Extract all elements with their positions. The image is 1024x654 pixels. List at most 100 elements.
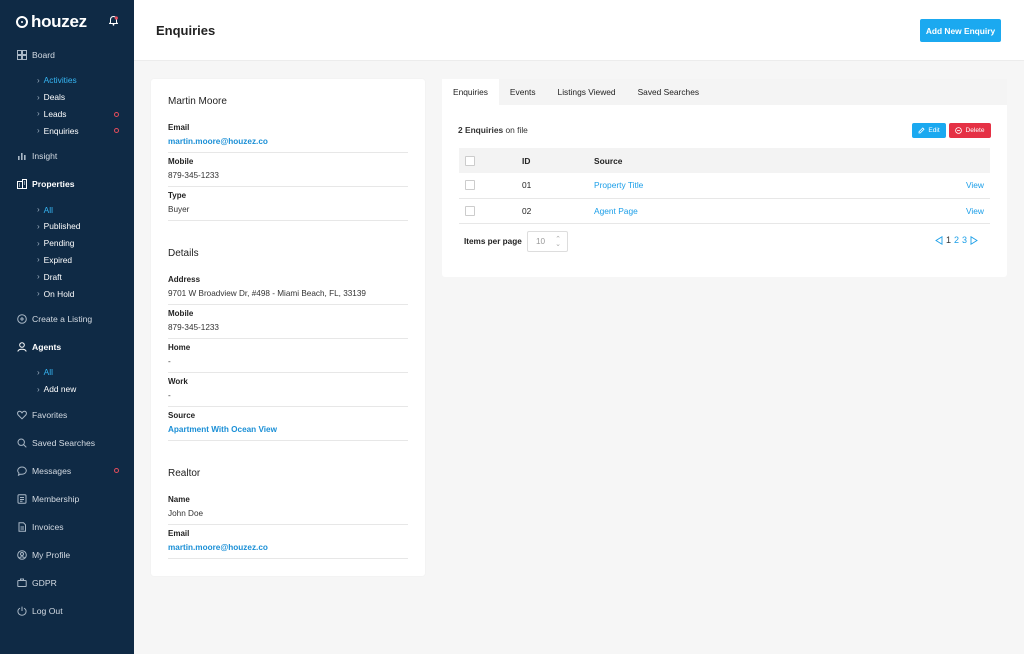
sidebar-item-label: Messages [32,465,72,476]
view-link[interactable]: View [966,180,984,190]
edit-button[interactable]: Edit [912,123,946,138]
sidebar-subitem-enquiries[interactable]: › Enquiries [0,122,134,139]
sidebar-item-label: Insight [32,151,58,162]
heart-icon [17,410,27,420]
plus-circle-icon [17,314,27,324]
tab-bar: Enquiries Events Listings Viewed Saved S… [442,79,1007,105]
realtor-email-link[interactable]: martin.moore@houzez.co [168,543,408,552]
field-label: Mobile [168,309,194,318]
sidebar-subitem-all[interactable]: › All [0,201,134,218]
sidebar-subitem-agents-all[interactable]: › All [0,364,134,381]
sidebar-item-label: Create a Listing [32,313,93,324]
sidebar-subitem-expired[interactable]: › Expired [0,252,134,269]
sidebar-item-my-profile[interactable]: My Profile [0,541,134,569]
pagination: 1 2 3 [935,235,981,245]
building-icon [17,179,27,190]
sidebar-subitem-activities[interactable]: › Activities [0,72,134,89]
page-link-1[interactable]: 1 [946,235,951,245]
sidebar-item-membership[interactable]: Membership [0,485,134,513]
sidebar-item-board[interactable]: Board [0,41,134,69]
properties-submenu: › All › Published › Pending › Expired › Draft… [0,198,134,305]
table-header-row: ID Source [459,148,990,173]
field-value: John Doe [168,509,204,518]
items-per-page-value: 10 [536,237,546,246]
items-per-page-select[interactable]: 10 ⌃ ⌄ [527,231,568,252]
page-link-3[interactable]: 3 [962,235,967,245]
chevron-right-icon: › [37,289,40,299]
agents-submenu: › All › Add new [0,361,134,401]
sidebar-item-label: Favorites [32,409,68,420]
bar-chart-icon [17,151,27,161]
sidebar-item-insight[interactable]: Insight [0,142,134,170]
realtor-section-title: Realtor [168,468,201,479]
row-id: 01 [522,180,532,191]
sidebar-subitem-draft[interactable]: › Draft [0,268,134,285]
contact-email-link[interactable]: martin.moore@houzez.co [168,137,408,146]
table-row: 01 Property Title View [459,173,990,199]
previous-page-icon[interactable] [935,235,943,245]
board-submenu: › Activities › Deals › Leads › Enquiries [0,69,134,142]
user-icon [17,342,27,352]
sidebar-item-gdpr[interactable]: GDPR [0,569,134,597]
board-icon [17,50,27,60]
sidebar-item-favorites[interactable]: Favorites [0,401,134,429]
sidebar-item-log-out[interactable]: Log Out [0,597,134,625]
sidebar-subitem-label: Leads [43,108,67,119]
source-link[interactable]: Apartment With Ocean View [168,425,408,434]
field-label: Work [168,377,188,386]
notification-bell-icon[interactable] [109,16,118,26]
sidebar-subitem-on-hold[interactable]: › On Hold [0,285,134,302]
column-header-id: ID [522,155,531,166]
field-value: 879-345-1233 [168,323,219,332]
sidebar-item-label: My Profile [32,549,71,560]
realtor-name-field: Name John Doe [168,495,408,525]
page-title: Enquiries [156,23,216,38]
row-source-link[interactable]: Property Title [594,180,643,190]
chevron-right-icon: › [37,367,40,377]
sidebar-subitem-label: Add new [43,384,77,395]
view-link[interactable]: View [966,206,984,216]
sidebar-item-agents[interactable]: Agents [0,333,134,361]
row-checkbox[interactable] [465,180,475,191]
sidebar-subitem-add-new[interactable]: › Add new [0,381,134,398]
row-checkbox[interactable] [465,205,475,216]
sidebar-subitem-pending[interactable]: › Pending [0,235,134,252]
sidebar-item-messages[interactable]: Messages [0,457,134,485]
row-source-link[interactable]: Agent Page [594,206,638,216]
field-label: Mobile [168,157,194,166]
chevron-right-icon: › [37,92,40,102]
sidebar-item-create-listing[interactable]: Create a Listing [0,305,134,333]
logo[interactable]: houzez [16,12,87,32]
sidebar-subitem-published[interactable]: › Published [0,218,134,235]
sidebar-item-properties[interactable]: Properties [0,170,134,198]
select-all-checkbox[interactable] [465,155,475,166]
enquiries-table: ID Source 01 Property Title View 02 Agen… [459,148,990,224]
page-link-2[interactable]: 2 [954,235,959,245]
notification-dot [114,111,119,117]
power-icon [17,606,27,616]
sidebar-item-saved-searches[interactable]: Saved Searches [0,429,134,457]
tab-enquiries[interactable]: Enquiries [442,79,499,105]
tab-listings-viewed[interactable]: Listings Viewed [547,79,627,105]
sidebar-subitem-deals[interactable]: › Deals [0,89,134,106]
tab-events[interactable]: Events [499,79,547,105]
sidebar-subitem-label: All [43,367,53,378]
document-icon [17,521,27,532]
profile-circle-icon [17,549,27,560]
delete-button[interactable]: Delete [949,123,991,138]
chevron-right-icon: › [37,221,40,231]
contact-mobile-field: Mobile 879-345-1233 [168,157,408,187]
tab-saved-searches[interactable]: Saved Searches [627,79,710,105]
sidebar-item-label: Invoices [32,521,64,532]
up-down-arrows-icon: ⌃ ⌄ [555,236,561,248]
enquiries-panel: Enquiries Events Listings Viewed Saved S… [442,79,1007,277]
next-page-icon[interactable] [970,235,978,245]
work-field: Work - [168,377,408,407]
chevron-right-icon: › [37,238,40,248]
sidebar-subitem-leads[interactable]: › Leads [0,106,134,123]
contact-name: Martin Moore [168,96,227,107]
page-header: Enquiries Add New Enquiry [134,0,1024,61]
add-new-enquiry-button[interactable]: Add New Enquiry [920,19,1001,42]
sidebar-item-invoices[interactable]: Invoices [0,513,134,541]
chevron-right-icon: › [37,205,40,215]
